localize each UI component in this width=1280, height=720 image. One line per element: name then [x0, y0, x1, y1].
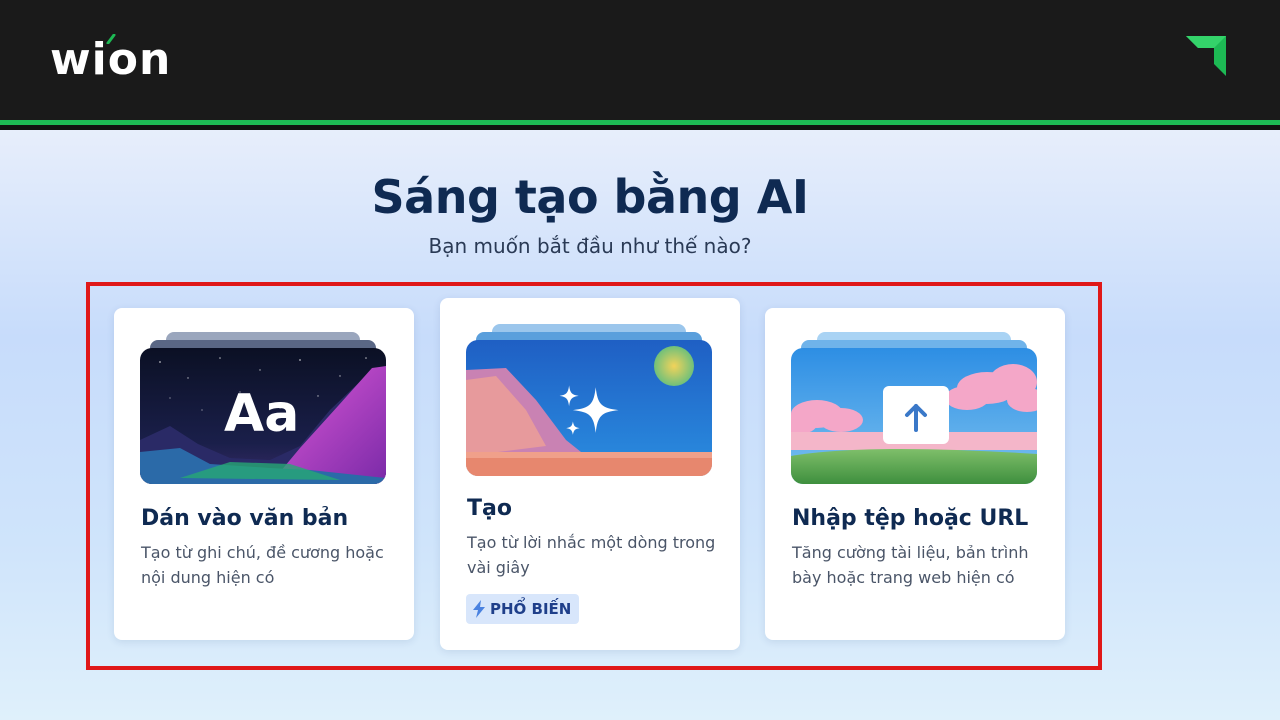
badge-label: PHỔ BIẾN — [490, 600, 572, 618]
card-title: Dán vào văn bản — [141, 506, 349, 531]
top-bar: wion — [0, 0, 1280, 125]
card-title: Nhập tệp hoặc URL — [792, 506, 1029, 531]
brand-logo[interactable]: wion — [50, 34, 171, 85]
main-content: Sáng tạo bằng AI Bạn muốn bắt đầu như th… — [0, 130, 1280, 720]
night-mountain-image: Aa — [140, 348, 386, 484]
lightning-icon — [473, 600, 485, 618]
desert-sky-image — [466, 340, 712, 476]
paste-text-card[interactable]: Aa Dán vào văn bản Tạo từ ghi chú, đề cư… — [114, 308, 414, 640]
card-title: Tạo — [467, 496, 512, 521]
card-description: Tăng cường tài liệu, bản trình bày hoặc … — [792, 543, 1029, 587]
green-arrow-logo-icon[interactable] — [1186, 34, 1228, 76]
page-title: Sáng tạo bằng AI — [371, 170, 809, 224]
card-description: Tạo từ ghi chú, đề cương hoặc nội dung h… — [141, 543, 384, 587]
cloud-field-image — [791, 348, 1037, 484]
folder-upload-tile — [883, 386, 949, 444]
card-thumbnail: Aa — [140, 332, 386, 484]
popular-badge: PHỔ BIẾN — [466, 594, 580, 624]
card-thumbnail — [466, 324, 712, 476]
folder-upload-icon — [905, 404, 927, 432]
logo-accent-icon — [106, 34, 116, 44]
text-aa-icon: Aa — [224, 384, 300, 444]
sparkles-icon — [559, 385, 619, 435]
generate-card[interactable]: Tạo Tạo từ lời nhắc một dòng trong vài g… — [440, 298, 740, 650]
card-thumbnail — [791, 332, 1037, 484]
import-file-card[interactable]: Nhập tệp hoặc URL Tăng cường tài liệu, b… — [765, 308, 1065, 640]
page-subtitle: Bạn muốn bắt đầu như thế nào? — [428, 234, 752, 258]
card-description: Tạo từ lời nhắc một dòng trong vài giây — [467, 533, 716, 577]
